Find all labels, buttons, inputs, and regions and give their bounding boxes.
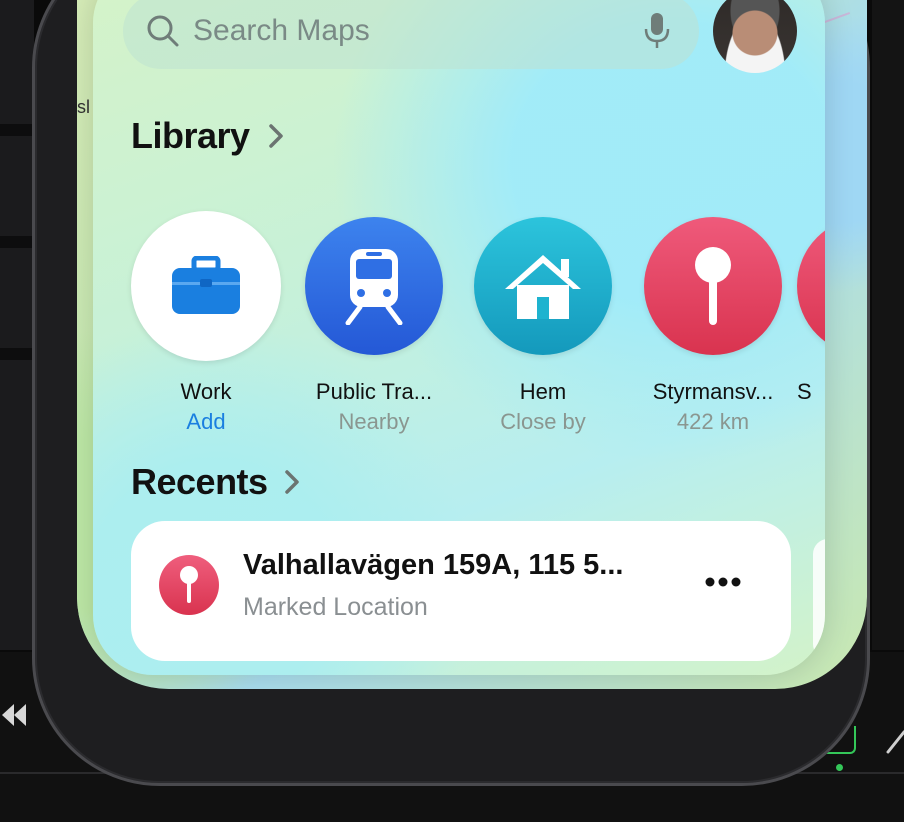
library-item-styrmansv[interactable]: Styrmansv... 422 km xyxy=(628,217,798,435)
search-input[interactable]: Search Maps xyxy=(193,13,370,49)
panel-divider xyxy=(0,236,34,248)
library-item-sublabel[interactable]: Add xyxy=(121,409,291,435)
pin-icon xyxy=(180,566,198,603)
library-item-label: S xyxy=(797,379,812,404)
chevron-right-icon[interactable] xyxy=(267,123,285,149)
next-card-edge[interactable] xyxy=(813,539,825,659)
library-item-sublabel: 422 km xyxy=(676,409,750,434)
map-view[interactable]: sl Search Maps Library Work Add Public T… xyxy=(77,0,867,689)
recents-title[interactable]: Recents xyxy=(131,461,268,503)
library-item-public-transit[interactable]: Public Tra... Nearby xyxy=(289,217,459,435)
phone-frame: sl Search Maps Library Work Add Public T… xyxy=(32,0,870,786)
recent-pin-badge xyxy=(159,555,219,615)
library-item-circle xyxy=(797,217,825,355)
library-item-label: Public Tra... xyxy=(315,379,433,404)
bottom-sheet[interactable]: Search Maps Library Work Add Public Tra.… xyxy=(93,0,825,675)
phone-screen: sl Search Maps Library Work Add Public T… xyxy=(77,0,867,689)
recent-item[interactable]: Valhallavägen 159A, 115 5... Marked Loca… xyxy=(131,521,791,661)
search-bar[interactable]: Search Maps xyxy=(123,0,699,69)
house-icon xyxy=(505,255,581,319)
avatar[interactable] xyxy=(713,0,797,73)
library-item-label: Hem xyxy=(519,379,567,404)
library-item-circle xyxy=(131,211,281,361)
panel-divider xyxy=(0,348,34,360)
more-icon[interactable] xyxy=(703,575,743,589)
rewind-icon[interactable] xyxy=(0,700,28,730)
library-item-circle xyxy=(474,217,612,355)
library-item-sublabel: Nearby xyxy=(338,409,410,434)
status-dot xyxy=(836,764,843,771)
chevron-right-icon[interactable] xyxy=(283,469,301,495)
library-title[interactable]: Library xyxy=(131,115,250,157)
map-label: sl xyxy=(77,97,90,117)
library-item-circle xyxy=(305,217,443,355)
library-item-label: Styrmansv... xyxy=(652,379,774,404)
library-item-circle xyxy=(644,217,782,355)
briefcase-icon xyxy=(172,256,240,314)
search-icon xyxy=(147,15,179,47)
desktop-left-panel xyxy=(0,0,34,650)
library-item-label: Work xyxy=(180,379,232,404)
panel-divider xyxy=(0,124,34,136)
library-item-home[interactable]: Hem Close by xyxy=(458,217,628,435)
recent-item-subtitle: Marked Location xyxy=(243,593,428,621)
library-item-partial[interactable]: S xyxy=(797,217,825,405)
microphone-icon[interactable] xyxy=(643,11,671,51)
library-item-sublabel: Close by xyxy=(500,409,586,434)
train-icon xyxy=(345,249,403,325)
pin-icon xyxy=(695,247,731,325)
library-item-work[interactable]: Work Add xyxy=(121,211,291,435)
recent-item-title: Valhallavägen 159A, 115 5... xyxy=(243,549,624,581)
pen-icon[interactable] xyxy=(884,726,904,756)
desktop-right-panel xyxy=(872,0,904,650)
